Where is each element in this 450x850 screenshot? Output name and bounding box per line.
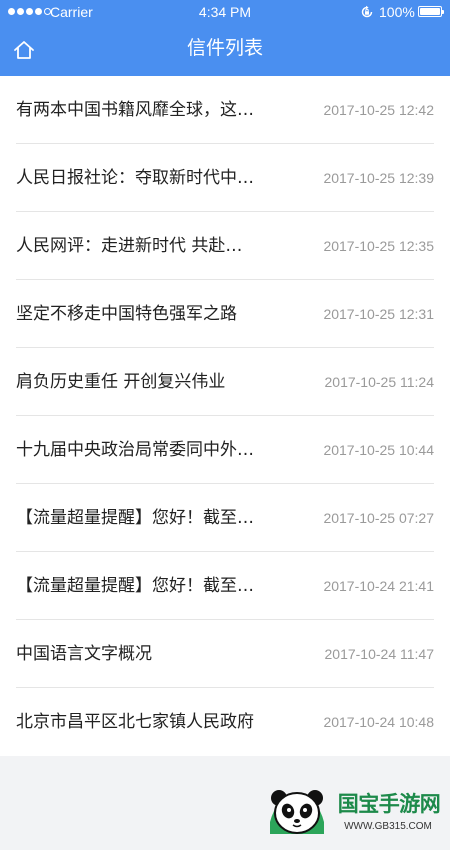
battery-icon <box>418 6 444 17</box>
app-header: Carrier 4:34 PM 100% 信件列表 <box>0 0 450 76</box>
message-subject: 人民日报社论：夺取新时代中国特色社会主义 <box>16 168 258 188</box>
message-row[interactable]: 有两本中国书籍风靡全球，这两本书籍 2017-10-25 12:42 <box>0 76 450 144</box>
message-subject: 肩负历史重任 开创复兴伟业 <box>16 372 226 392</box>
message-date: 2017-10-24 11:47 <box>324 646 435 662</box>
message-row[interactable]: 人民日报社论：夺取新时代中国特色社会主义 2017-10-25 12:39 <box>0 144 450 212</box>
message-subject: 十九届中央政治局常委同中外记者见面 <box>16 440 258 460</box>
message-row[interactable]: 人民网评：走进新时代 共赴新征程 2017-10-25 12:35 <box>0 212 450 280</box>
message-row[interactable]: 【流量超量提醒】您好！截至10月25日 2017-10-25 07:27 <box>0 484 450 552</box>
message-row[interactable]: 十九届中央政治局常委同中外记者见面 2017-10-25 10:44 <box>0 416 450 484</box>
status-bar: Carrier 4:34 PM 100% <box>0 0 450 24</box>
message-subject: 中国语言文字概况 <box>16 644 152 664</box>
rotation-lock-icon <box>361 5 373 18</box>
message-row[interactable]: 肩负历史重任 开创复兴伟业 2017-10-25 11:24 <box>0 348 450 416</box>
message-subject: 人民网评：走进新时代 共赴新征程 <box>16 236 258 256</box>
message-row[interactable]: 坚定不移走中国特色强军之路 2017-10-25 12:31 <box>0 280 450 348</box>
page-title: 信件列表 <box>186 37 263 59</box>
message-row[interactable]: 北京市昌平区北七家镇人民政府 2017-10-24 10:48 <box>0 688 450 756</box>
panda-logo-icon <box>270 790 324 834</box>
message-date: 2017-10-24 10:48 <box>323 714 434 730</box>
navigation-bar: 信件列表 <box>0 24 450 76</box>
message-subject: 【流量超量提醒】您好！截至10月24日 <box>16 576 258 596</box>
site-watermark: 国宝手游网 WWW.GB315.COM <box>260 776 444 846</box>
message-date: 2017-10-25 12:31 <box>323 306 434 322</box>
message-date: 2017-10-25 10:44 <box>323 442 434 458</box>
message-subject: 北京市昌平区北七家镇人民政府 <box>16 712 254 732</box>
message-date: 2017-10-25 11:24 <box>324 374 435 390</box>
message-date: 2017-10-25 07:27 <box>323 510 434 526</box>
message-subject: 有两本中国书籍风靡全球，这两本书籍 <box>16 100 258 120</box>
message-list: 有两本中国书籍风靡全球，这两本书籍 2017-10-25 12:42 人民日报社… <box>0 76 450 756</box>
watermark-url: WWW.GB315.COM <box>344 821 432 832</box>
message-subject: 坚定不移走中国特色强军之路 <box>16 304 237 324</box>
message-date: 2017-10-24 21:41 <box>323 578 434 594</box>
message-subject: 【流量超量提醒】您好！截至10月25日 <box>16 508 258 528</box>
battery-percent: 100% <box>379 4 415 20</box>
watermark-brand: 国宝手游网 <box>337 792 441 816</box>
message-date: 2017-10-25 12:39 <box>323 170 434 186</box>
home-button[interactable] <box>6 34 42 66</box>
message-row[interactable]: 中国语言文字概况 2017-10-24 11:47 <box>0 620 450 688</box>
message-row[interactable]: 【流量超量提醒】您好！截至10月24日 2017-10-24 21:41 <box>0 552 450 620</box>
message-date: 2017-10-25 12:42 <box>323 102 434 118</box>
home-icon <box>14 41 34 59</box>
message-date: 2017-10-25 12:35 <box>323 238 434 254</box>
